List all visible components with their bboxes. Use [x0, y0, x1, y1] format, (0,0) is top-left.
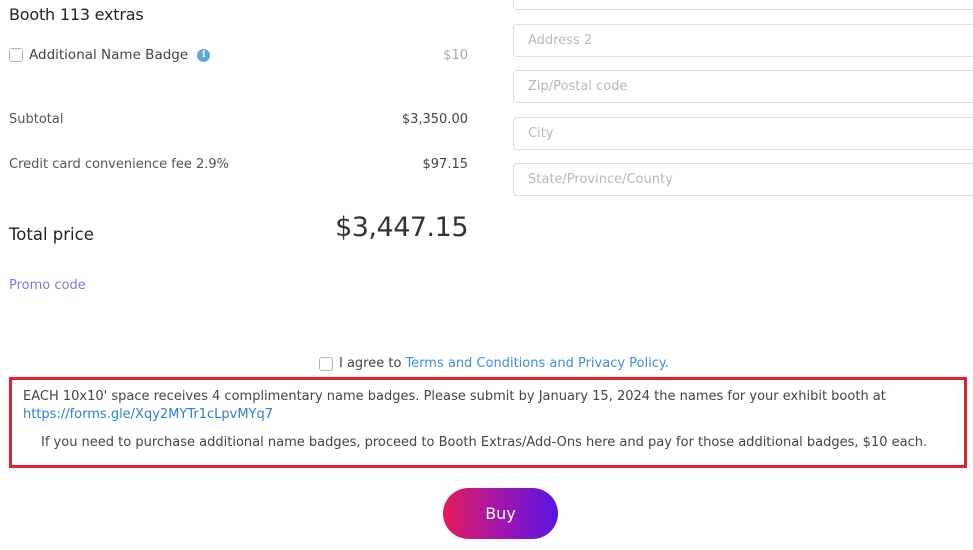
agree-terms: I agree to Terms and Conditions and Priv…	[319, 356, 669, 371]
zip-input[interactable]	[513, 70, 973, 103]
notice-form-link[interactable]: https://forms.gle/Xqy2MYTr1cLpvMYq7	[23, 406, 953, 424]
subtotal-value: $3,350.00	[401, 112, 468, 127]
total-value: $3,447.15	[335, 211, 468, 243]
fee-row: Credit card convenience fee 2.9% $97.15	[9, 157, 468, 172]
promo-code-link[interactable]: Promo code	[9, 278, 86, 293]
address-2-input[interactable]	[513, 24, 973, 57]
terms-link[interactable]: Terms and Conditions and Privacy Policy.	[405, 356, 668, 371]
extras-title: Booth 113 extras	[9, 5, 144, 24]
badge-notice: EACH 10x10' space receives 4 complimenta…	[9, 377, 967, 468]
total-row: Total price $3,447.15	[9, 207, 468, 247]
extra-item-name-badge[interactable]: Additional Name Badge i $10	[9, 45, 468, 65]
fee-label: Credit card convenience fee 2.9%	[9, 157, 229, 172]
total-label: Total price	[9, 224, 94, 244]
buy-button[interactable]: Buy	[443, 488, 558, 539]
state-input[interactable]	[513, 163, 973, 196]
fee-value: $97.15	[422, 157, 469, 172]
city-input[interactable]	[513, 117, 973, 150]
notice-line-2: If you need to purchase additional name …	[41, 435, 928, 450]
extra-item-price: $10	[443, 47, 468, 63]
info-icon[interactable]: i	[197, 48, 211, 62]
name-badge-checkbox[interactable]	[9, 48, 23, 62]
address-1-input[interactable]	[513, 0, 973, 10]
extra-item-label: Additional Name Badge	[29, 47, 189, 63]
notice-line-1: EACH 10x10' space receives 4 complimenta…	[23, 389, 886, 404]
agree-checkbox[interactable]	[319, 356, 333, 371]
subtotal-row: Subtotal $3,350.00	[9, 112, 468, 127]
subtotal-label: Subtotal	[9, 112, 64, 127]
agree-prefix: I agree to	[339, 356, 402, 371]
